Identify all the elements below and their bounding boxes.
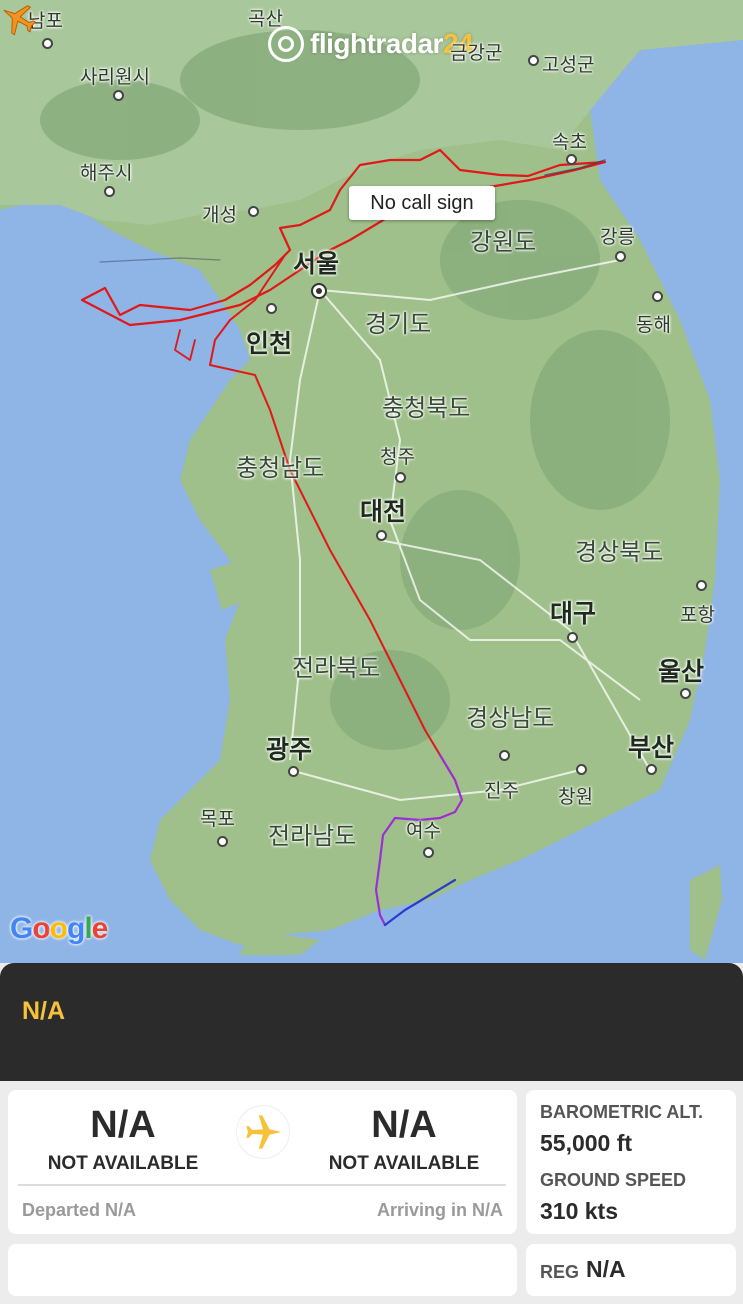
arrival-time: Arriving in N/A: [376, 1200, 503, 1220]
destination-code: N/A: [371, 1104, 437, 1146]
place-label: 울산: [658, 657, 705, 686]
city-dot: [104, 186, 115, 197]
city-dot: [499, 750, 510, 761]
place-label: 여수: [406, 820, 441, 842]
province-label: 전라북도: [292, 654, 381, 682]
city-dot: [566, 154, 577, 165]
aircraft-type-card[interactable]: [8, 1244, 517, 1296]
city-dot: [395, 472, 406, 483]
city-dot: [42, 38, 53, 49]
flight-header[interactable]: N/A: [0, 963, 743, 1081]
place-label: 동해: [636, 314, 671, 336]
route-card[interactable]: N/A NOT AVAILABLE N/A NOT AVAILABLE Depa…: [8, 1090, 517, 1234]
province-label: 경상남도: [466, 704, 555, 732]
city-dot: [113, 90, 124, 101]
city-dot: [217, 836, 228, 847]
flight-number: N/A: [22, 997, 66, 1025]
reg-label: REG: [540, 1262, 580, 1282]
city-dot: [615, 251, 626, 262]
place-label: 광주: [266, 735, 313, 764]
province-label: 강원도: [470, 228, 537, 256]
place-label: 부산: [628, 733, 675, 762]
city-dot: [567, 632, 578, 643]
registration-card[interactable]: REG N/A: [526, 1244, 736, 1296]
route-divider: [18, 1184, 506, 1186]
city-dot: [646, 764, 657, 775]
origin-code: N/A: [90, 1104, 156, 1146]
city-dot: [288, 766, 299, 777]
altitude-value: 55,000 ft: [540, 1130, 633, 1156]
city-dot: [376, 530, 387, 541]
province-label: 충청남도: [236, 454, 325, 482]
place-label: 속초: [552, 131, 587, 153]
place-label: 청주: [380, 446, 415, 468]
flightradar24-logo: flightradar24: [268, 22, 474, 66]
province-label: 경기도: [365, 310, 432, 338]
capital-marker: [311, 283, 327, 299]
reg-value: N/A: [586, 1256, 626, 1282]
place-label: 대전: [360, 497, 407, 526]
place-label: 사리원시: [80, 66, 150, 88]
place-label: 개성: [202, 204, 237, 226]
city-dot: [266, 303, 277, 314]
google-logo: Google: [10, 912, 108, 945]
origin-name: NOT AVAILABLE: [47, 1153, 199, 1174]
place-label: 금강군: [450, 42, 503, 64]
city-dot: [528, 55, 539, 66]
place-label: 창원: [558, 786, 593, 808]
place-label: 강릉: [600, 226, 635, 248]
destination-name: NOT AVAILABLE: [328, 1153, 480, 1174]
place-label: 서울: [293, 249, 340, 278]
aircraft-icon[interactable]: [0, 0, 38, 38]
altitude-label: BAROMETRIC ALT.: [540, 1102, 703, 1122]
city-dot: [576, 764, 587, 775]
departed-time: Departed N/A: [22, 1200, 137, 1220]
place-label: 해주시: [80, 162, 133, 184]
province-label: 전라남도: [268, 822, 357, 850]
speed-value: 310 kts: [540, 1198, 619, 1224]
city-dot: [423, 847, 434, 858]
city-dot: [652, 291, 663, 302]
place-label: 곡산: [248, 8, 283, 30]
flight-track: [80, 148, 607, 927]
logo-text: flightradar24: [310, 28, 474, 59]
speed-label: GROUND SPEED: [540, 1170, 687, 1190]
airplane-icon: [246, 1115, 282, 1149]
place-label: 고성군: [542, 54, 595, 76]
place-label: 인천: [246, 329, 293, 358]
route-plane-badge: [237, 1106, 289, 1158]
radar-icon: [268, 26, 304, 62]
flight-info-panel: N/A N/A NOT AVAILABLE N/A NOT AVAILABLE …: [0, 963, 743, 1304]
place-label: 진주: [484, 780, 519, 802]
aircraft-callsign-label[interactable]: No call sign: [349, 186, 495, 220]
city-dot: [248, 206, 259, 217]
flight-map[interactable]: flightradar24 남포 곡산 금강군 고성군 사리원시 속초 해주시 …: [0, 0, 743, 965]
city-dot: [696, 580, 707, 591]
province-label: 충청북도: [382, 394, 471, 422]
place-label: 대구: [550, 599, 597, 628]
city-dot: [680, 688, 691, 699]
province-label: 경상북도: [575, 538, 664, 566]
place-label: 목포: [200, 808, 235, 830]
stats-card[interactable]: BAROMETRIC ALT. 55,000 ft GROUND SPEED 3…: [526, 1090, 736, 1234]
place-label: 포항: [680, 604, 715, 626]
